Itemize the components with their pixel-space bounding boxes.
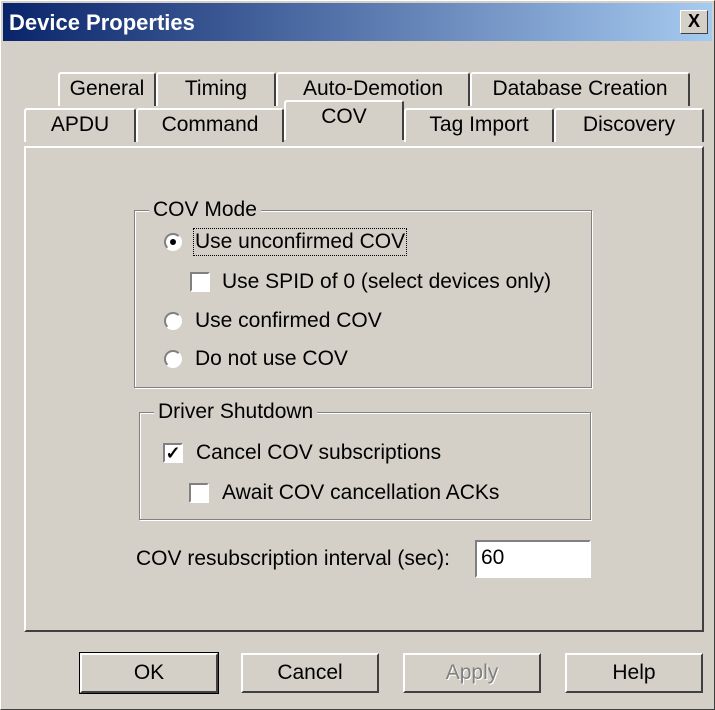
tab-database-creation[interactable]: Database Creation — [470, 72, 690, 106]
await-cov-acks-label[interactable]: Await COV cancellation ACKs — [222, 481, 499, 505]
radio-selected-dot — [170, 239, 176, 245]
tab-apdu[interactable]: APDU — [24, 108, 136, 142]
cancel-cov-subscriptions-label[interactable]: Cancel COV subscriptions — [196, 441, 441, 465]
tab-discovery[interactable]: Discovery — [554, 108, 704, 142]
tab-tag-import[interactable]: Tag Import — [404, 108, 554, 142]
window-title: Device Properties — [9, 10, 195, 35]
close-icon: X — [687, 11, 700, 31]
cancel-button[interactable]: Cancel — [241, 653, 379, 693]
use-unconfirmed-cov-radio[interactable] — [164, 233, 182, 251]
tab-timing[interactable]: Timing — [156, 72, 276, 106]
close-button[interactable]: X — [680, 10, 708, 34]
checkmark-icon: ✓ — [165, 443, 181, 463]
cancel-cov-subscriptions-checkbox[interactable]: ✓ — [163, 443, 183, 463]
use-confirmed-cov-label[interactable]: Use confirmed COV — [195, 309, 382, 333]
help-button[interactable]: Help — [565, 653, 703, 693]
apply-button[interactable]: Apply — [403, 653, 541, 693]
use-spid-zero-label[interactable]: Use SPID of 0 (select devices only) — [222, 270, 551, 294]
tab-command[interactable]: Command — [136, 108, 284, 142]
ok-button[interactable]: OK — [79, 652, 219, 694]
use-spid-zero-checkbox[interactable] — [190, 272, 210, 292]
title-bar[interactable]: Device Properties X — [3, 3, 712, 41]
driver-shutdown-group-label: Driver Shutdown — [154, 400, 318, 424]
await-cov-acks-checkbox[interactable] — [189, 483, 209, 503]
cov-mode-group-label: COV Mode — [149, 198, 261, 222]
resubscription-interval-label: COV resubscription interval (sec): — [136, 547, 450, 570]
tab-cov[interactable]: COV — [284, 100, 404, 140]
use-unconfirmed-cov-label[interactable]: Use unconfirmed COV — [192, 228, 408, 256]
use-confirmed-cov-radio[interactable] — [164, 312, 182, 330]
do-not-use-cov-radio[interactable] — [164, 350, 182, 368]
tab-general[interactable]: General — [58, 72, 156, 106]
resubscription-interval-input[interactable]: 60 — [475, 540, 591, 578]
do-not-use-cov-label[interactable]: Do not use COV — [195, 347, 348, 371]
